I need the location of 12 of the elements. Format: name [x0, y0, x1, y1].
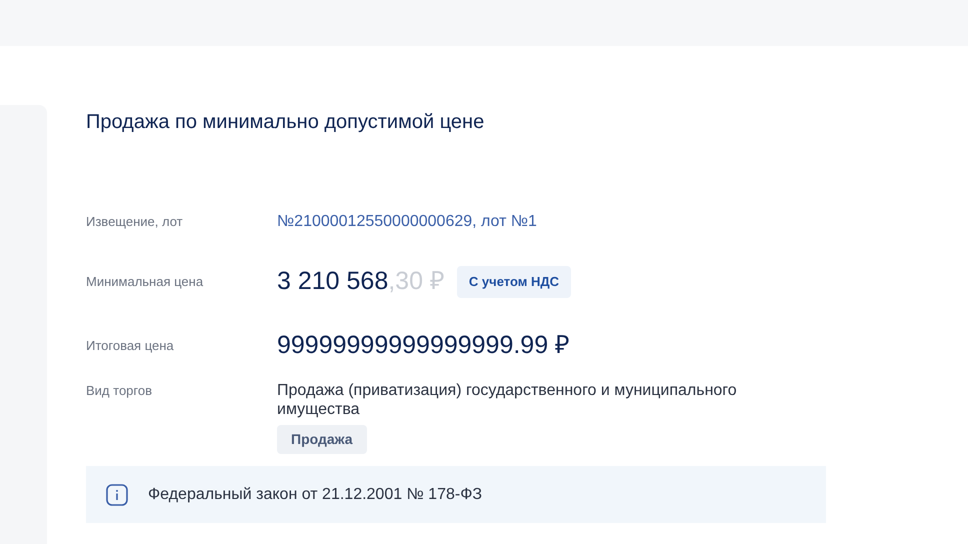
- info-icon: [106, 484, 128, 506]
- vat-badge: С учетом НДС: [456, 266, 571, 298]
- field-label: Минимальная цена: [86, 273, 204, 292]
- field-label: Вид торгов: [86, 382, 153, 400]
- total-price: 99999999999999999.99 ₽: [277, 330, 570, 362]
- field-label: Итоговая цена: [86, 337, 175, 356]
- auction-type: Продажа (приватизация) государственного и муниципального имущества: [277, 381, 738, 419]
- law-notice: Федеральный закон от 21.12.2001 № 178-ФЗ: [148, 484, 482, 504]
- notice-link[interactable]: №21000012550000000629, лот №1: [277, 210, 537, 234]
- page-title: Продажа по минимально допустимой цене: [86, 110, 486, 135]
- field-label: Извещение, лот: [86, 213, 184, 232]
- sale-tag: Продажа: [277, 425, 367, 454]
